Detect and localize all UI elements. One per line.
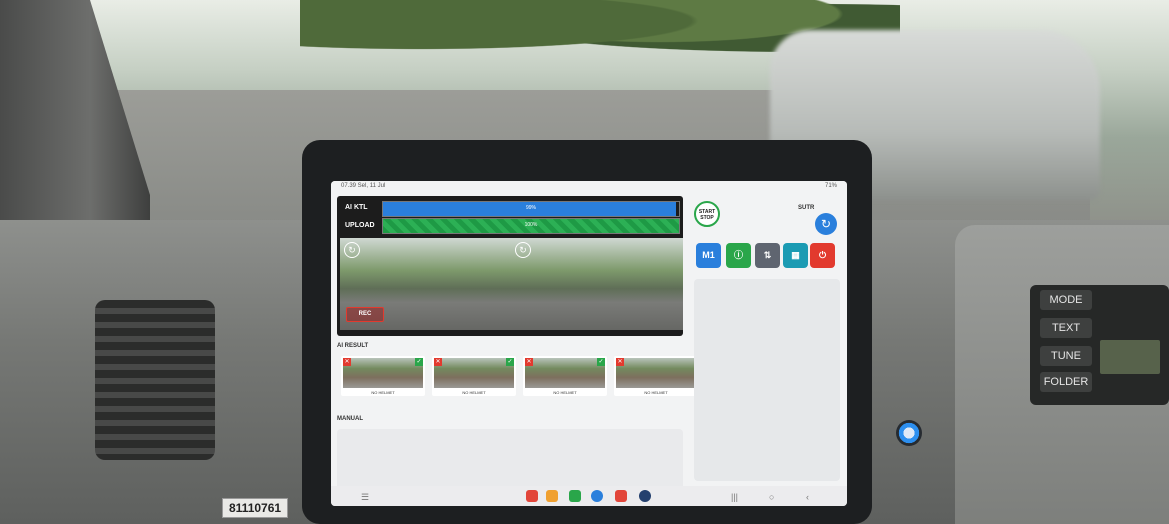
result-caption: NO HELMET [371, 390, 395, 395]
ai-ktl-progress-bar: 99% [382, 201, 680, 217]
dock-app-icon[interactable] [526, 490, 538, 502]
result-caption: NO HELMET [644, 390, 668, 395]
radio-mode-button[interactable]: MODE [1040, 290, 1092, 310]
status-bar: 07.39 Sel, 11 Jul 71% [331, 181, 847, 191]
rec-button[interactable]: REC [346, 307, 384, 322]
approve-icon[interactable]: ✓ [506, 358, 514, 366]
reject-icon[interactable]: ✕ [434, 358, 442, 366]
upload-progress-bar: 100% [382, 218, 680, 234]
left-panel: AI KTL 99% UPLOAD 100% ↻ REC ↻ AI RESULT [334, 193, 698, 503]
dock-app-icon[interactable] [546, 490, 558, 502]
reject-icon[interactable]: ✕ [343, 358, 351, 366]
info-icon[interactable]: ⓘ [726, 243, 751, 268]
reject-icon[interactable]: ✕ [616, 358, 624, 366]
manual-heading: MANUAL [337, 416, 363, 422]
result-thumbnail [343, 358, 423, 388]
radio-text-button[interactable]: TEXT [1040, 318, 1092, 338]
camera-feed-2[interactable]: ↻ [511, 238, 683, 330]
apps-icon[interactable]: ☰ [361, 492, 369, 503]
dock-app-icon[interactable] [591, 490, 603, 502]
result-thumbnail [434, 358, 514, 388]
user-name: SUTR [798, 205, 815, 211]
result-card[interactable]: ✕ ✓ NO HELMET [523, 356, 607, 396]
radio-folder-button[interactable]: FOLDER [1040, 372, 1092, 392]
battery-status: 71% [824, 183, 837, 189]
power-ring-button[interactable] [896, 420, 922, 446]
result-thumbnail [616, 358, 696, 388]
switch-camera-icon[interactable]: ↻ [515, 242, 531, 258]
result-caption: NO HELMET [553, 390, 577, 395]
rec-label: REC [358, 311, 372, 317]
dock-app-icon[interactable] [615, 490, 627, 502]
tablet-screen: 07.39 Sel, 11 Jul 71% AI KTL 99% UPLOAD … [331, 181, 847, 506]
recents-icon[interactable]: ||| [731, 492, 738, 502]
back-icon[interactable]: ‹ [806, 492, 809, 502]
dock-app-icon[interactable] [569, 490, 581, 502]
result-card[interactable]: ✕ NO HELMET [614, 356, 698, 396]
reject-icon[interactable]: ✕ [525, 358, 533, 366]
ai-ktl-label: AI KTL [345, 204, 368, 211]
upload-percent: 100% [524, 222, 538, 228]
calendar-icon[interactable]: ▦ [783, 243, 808, 268]
status-time: 07.39 Sel, 11 Jul [341, 183, 386, 189]
android-nav-bar: ☰ ||| ○ ‹ [331, 486, 847, 506]
radio-display [1100, 340, 1160, 374]
switch-camera-icon[interactable]: ↻ [344, 242, 360, 258]
result-caption: NO HELMET [462, 390, 486, 395]
m1-button[interactable]: M1 [696, 243, 721, 268]
right-panel: START STOP SUTR ↻ M1 ⓘ ⇅ ▦ ⏻ [688, 193, 844, 483]
refresh-icon[interactable]: ↻ [815, 213, 837, 235]
sort-icon[interactable]: ⇅ [755, 243, 780, 268]
approve-icon[interactable]: ✓ [597, 358, 605, 366]
power-icon[interactable]: ⏻ [810, 243, 835, 268]
camera-feed-1[interactable]: ↻ REC [340, 238, 512, 330]
result-card[interactable]: ✕ ✓ NO HELMET [432, 356, 516, 396]
result-thumbnail [525, 358, 605, 388]
result-card[interactable]: ✕ ✓ NO HELMET [341, 356, 425, 396]
dock-app-icon[interactable] [639, 490, 651, 502]
approve-icon[interactable]: ✓ [415, 358, 423, 366]
vehicle-sticker: 81110761 [222, 498, 289, 518]
ai-result-heading: AI RESULT [337, 343, 369, 349]
home-icon[interactable]: ○ [769, 492, 774, 502]
info-panel [694, 279, 840, 481]
air-vent [95, 300, 215, 460]
video-panel: AI KTL 99% UPLOAD 100% ↻ REC ↻ [337, 196, 683, 336]
radio-tune-button[interactable]: TUNE [1040, 346, 1092, 366]
ai-result-list: ✕ ✓ NO HELMET ✕ ✓ NO HELMET ✕ ✓ NO HELME… [337, 352, 698, 400]
upload-label: UPLOAD [345, 222, 375, 229]
start-stop-button[interactable]: START STOP [694, 201, 720, 227]
ai-ktl-percent: 99% [525, 205, 536, 211]
